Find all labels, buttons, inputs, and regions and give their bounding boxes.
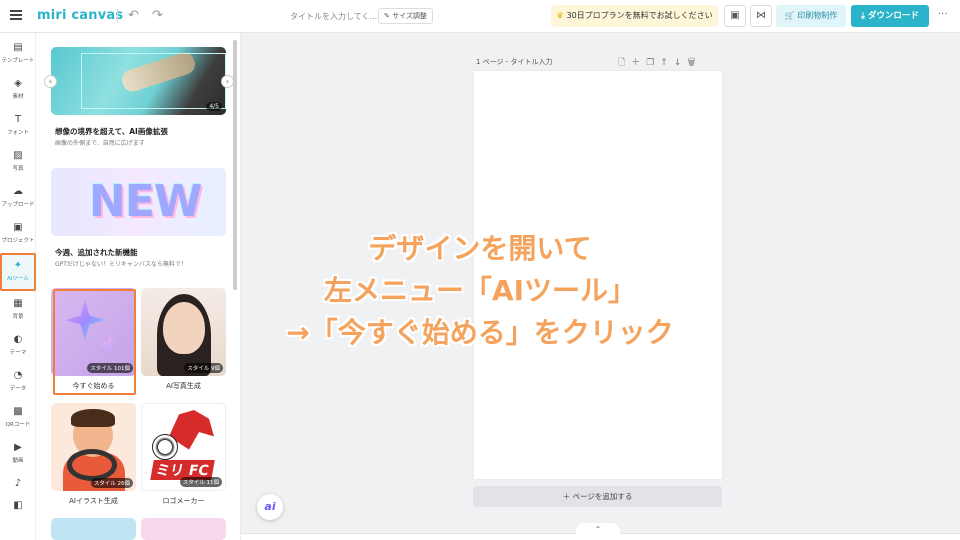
steering-wheel-icon (67, 449, 117, 481)
pencil-icon: ✎ (384, 12, 390, 20)
elements-icon: ◈ (14, 78, 22, 89)
divider (117, 9, 118, 23)
logo[interactable]: miri canvas (37, 8, 123, 23)
template-icon: ▤ (13, 42, 23, 53)
document-title-input[interactable]: タイトルを入力してく... (290, 11, 377, 22)
tile-ai-illustration[interactable]: スタイル 26個 (51, 403, 136, 491)
overlay-line-3: →「今すぐ始める」をクリック (286, 316, 674, 349)
share-icon[interactable]: ⋈ (750, 5, 772, 27)
chevron-right-icon[interactable]: › (221, 75, 234, 88)
rail-item-video[interactable]: ▶ 動画 (0, 437, 36, 471)
photo-icon: ▨ (13, 150, 23, 161)
tile-logo-maker[interactable]: ミリ FC スタイル 11個 (141, 403, 226, 491)
print-label: 印刷物制作 (797, 11, 838, 20)
banner-counter: 4/5 (206, 102, 222, 111)
cart-icon: 🛒 (784, 11, 795, 20)
style-count-badge: スタイル 11個 (179, 477, 222, 487)
expand-frame (81, 53, 226, 109)
banner1-title: 想像の境界を超えて、AI画像拡張 (55, 127, 168, 136)
page-label[interactable]: 1 ページ - タイトル入力 (476, 57, 553, 67)
more-options-icon[interactable]: ··· (938, 9, 948, 20)
resize-label: サイズ調整 (392, 12, 427, 20)
tile-more-1[interactable] (51, 518, 136, 540)
soccer-ball-icon (152, 434, 178, 460)
chevron-up-icon[interactable]: ⌃ (576, 523, 620, 540)
rail-item-photo[interactable]: ▨ 写真 (0, 145, 36, 179)
rail-item-qr[interactable]: ▩ QRコード (0, 401, 36, 435)
rail-item-elements[interactable]: ◈ 素材 (0, 73, 36, 107)
resize-button[interactable]: ✎ サイズ調整 (378, 8, 433, 24)
redo-icon[interactable]: ↷ (152, 8, 163, 23)
rail-item-font[interactable]: T フォント (0, 109, 36, 143)
tile-more-2[interactable] (141, 518, 226, 540)
style-count-badge: スタイル 26個 (90, 478, 133, 488)
pro-trial-button[interactable]: ♛ 30日プロプランを無料でお試しください (551, 5, 718, 27)
top-bar: miri canvas ↶ ↷ タイトルを入力してく... ✎ サイズ調整 ♛ 3… (0, 0, 960, 33)
banner1-subtitle: 画像の外側まで、自然に広げます (55, 140, 145, 147)
rail-item-upload[interactable]: ☁ アップロード (0, 181, 36, 215)
save-icon[interactable]: ▣ (724, 5, 746, 27)
tile-label-logo-maker[interactable]: ロゴメーカー (141, 496, 226, 506)
download-button[interactable]: ⤓ ダウンロード (851, 5, 929, 27)
font-icon: T (14, 114, 22, 125)
qr-code-icon: ▩ (13, 406, 23, 417)
trial-label: 30日プロプランを無料でお試しください (566, 11, 713, 20)
ai-assistant-button[interactable]: ai (257, 494, 283, 520)
tile-label-ai-photo[interactable]: AI写真生成 (141, 381, 226, 391)
rail-item-data[interactable]: ◔ データ (0, 365, 36, 399)
crown-icon: ♛ (556, 11, 564, 20)
tile-label-ai-illustration[interactable]: AIイラスト生成 (51, 496, 136, 506)
rail-item-template[interactable]: ▤ テンプレート (0, 37, 36, 71)
menu-icon[interactable] (10, 10, 22, 20)
chart-icon: ◔ (13, 370, 23, 381)
rail-item-brand[interactable]: ◧ (0, 495, 36, 529)
download-label: ダウンロード (867, 11, 919, 21)
ai-expand-banner[interactable]: 4/5 (51, 47, 226, 115)
music-icon: ♪ (14, 478, 22, 489)
print-button[interactable]: 🛒 印刷物制作 (776, 5, 846, 27)
new-features-banner[interactable]: NEW (51, 168, 226, 236)
overlay-line-1: デザインを開いて (368, 232, 592, 265)
undo-icon[interactable]: ↶ (128, 8, 139, 23)
style-count-badge: スタイル 9個 (184, 363, 223, 373)
app-root: miri canvas ↶ ↷ タイトルを入力してく... ✎ サイズ調整 ♛ 3… (0, 0, 960, 540)
overlay-line-2: 左メニュー「AIツール」 (323, 274, 637, 307)
add-page-button[interactable]: ＋ ページを追加する (473, 486, 722, 507)
illustration-hair (71, 409, 115, 427)
play-icon: ▶ (14, 442, 22, 453)
new-graphic: NEW (89, 176, 202, 227)
download-icon: ⤓ (861, 11, 865, 21)
brand-icon: ◧ (13, 500, 23, 511)
tutorial-overlay: デザインを開いて 左メニュー「AIツール」 →「今すぐ始める」をクリック (0, 228, 960, 354)
chevron-left-icon[interactable]: ‹ (44, 75, 57, 88)
page-toolbar[interactable]: 🗋＋❐↑↓🗑 (618, 55, 702, 71)
upload-icon: ☁ (13, 186, 23, 197)
